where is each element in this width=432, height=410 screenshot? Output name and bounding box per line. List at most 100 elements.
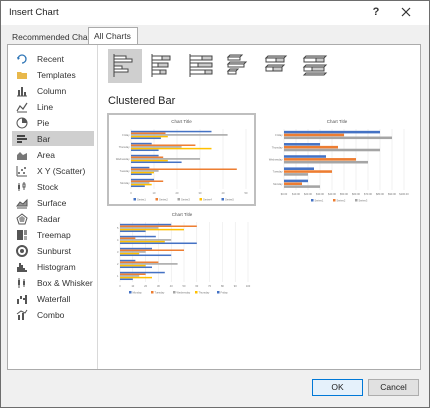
- category-label: Thursday: [272, 145, 284, 149]
- box-whisker-chart-icon: [18, 277, 25, 288]
- bar-friday: [120, 278, 133, 281]
- bar-series1: [131, 178, 154, 181]
- bar-series3: [131, 170, 159, 172]
- x-tick-label: 90: [234, 284, 237, 288]
- x-tick-label: $90.00: [388, 192, 396, 196]
- sidebar-item-sunburst[interactable]: Sunburst: [12, 243, 94, 258]
- sidebar-item-label: Histogram: [37, 261, 76, 272]
- surface-chart-icon: [16, 198, 28, 208]
- sidebar-item-recent[interactable]: Recent: [12, 51, 94, 66]
- x-tick-label: $70.00: [364, 192, 372, 196]
- sidebar-item-label: Radar: [37, 213, 61, 224]
- sidebar-item-templates[interactable]: Templates: [12, 67, 94, 82]
- x-tick-label: $50.00: [340, 192, 348, 196]
- sidebar-item-box-whisker[interactable]: Box & Whisker: [12, 275, 94, 290]
- bar-series4: [131, 159, 168, 162]
- ok-button[interactable]: OK: [312, 379, 363, 396]
- x-tick-label: $80.00: [376, 192, 384, 196]
- category-label: 4: [117, 238, 119, 242]
- legend-swatch: [155, 198, 158, 201]
- bar-friday: [120, 230, 146, 233]
- scatter-chart-icon: [16, 165, 27, 176]
- category-label: 5: [117, 226, 119, 230]
- bar-friday: [120, 254, 172, 257]
- sidebar-item-treemap[interactable]: Treemap: [12, 227, 94, 242]
- subtype-clustered-bar[interactable]: [108, 49, 142, 83]
- sidebar-item-stock[interactable]: Stock: [12, 179, 94, 194]
- chart-gallery: Clustered Bar Chart Title 0 10 20 30 40 50 Mond…: [100, 45, 420, 369]
- waterfall-chart-icon: [17, 294, 27, 304]
- bar-series4: [131, 171, 154, 174]
- bar-thursday: [120, 228, 184, 231]
- x-tick-label: 50: [245, 191, 248, 195]
- x-tick-label: $10.00: [292, 192, 300, 196]
- bar-series2: [131, 132, 166, 134]
- close-button[interactable]: [393, 3, 419, 21]
- sidebar-item-histogram[interactable]: Histogram: [12, 259, 94, 274]
- bar-series5: [131, 173, 152, 176]
- sidebar-item-pie[interactable]: Pie: [12, 115, 94, 130]
- bar-subtype-icon: [264, 55, 288, 72]
- x-tick-label: $0.00: [281, 192, 288, 196]
- sidebar-item-x-y-scatter[interactable]: X Y (Scatter): [12, 163, 94, 178]
- bar-wednesday: [120, 227, 159, 229]
- category-label: Friday: [122, 133, 130, 137]
- pie-chart-icon: [16, 117, 28, 128]
- sidebar-item-surface[interactable]: Surface: [12, 195, 94, 210]
- legend-label: Wednesday: [177, 290, 191, 294]
- bar-series2: [131, 156, 164, 158]
- bar-series4: [131, 183, 152, 186]
- bar-monday: [120, 271, 165, 274]
- folder-icon: [17, 71, 27, 79]
- sidebar-item-radar[interactable]: Radar: [12, 211, 94, 226]
- bar-series2: [131, 144, 196, 146]
- sidebar-item-line[interactable]: Line: [12, 99, 94, 114]
- x-tick-label: 30: [199, 191, 202, 195]
- bar-monday: [120, 235, 156, 238]
- bar-subtype-icon: [302, 55, 328, 76]
- bar-series5: [131, 137, 161, 140]
- bar-series5: [131, 185, 145, 188]
- sidebar-item-bar[interactable]: Bar: [12, 131, 94, 146]
- bar-series1: [284, 143, 320, 146]
- x-tick-label: 80: [221, 284, 224, 288]
- sidebar-item-label: Sunburst: [37, 245, 72, 256]
- chart-preview-1[interactable]: Chart Title 0 10 20 30 40 50 Monday Tuesday Wedne…: [107, 113, 256, 206]
- bar-subtype-icon: [151, 54, 171, 77]
- category-label: Wednesday: [116, 157, 130, 161]
- legend-label: Series3: [359, 198, 368, 202]
- bar-series1: [284, 179, 308, 183]
- subtype-3-d-clustered-bar[interactable]: [222, 49, 256, 83]
- legend-label: Series1: [137, 197, 146, 201]
- insert-chart-dialog: Insert Chart ? Recommended Charts All Ch…: [0, 0, 430, 408]
- chart-preview-1-svg: Chart Title 0 10 20 30 40 50 Monday Tuesday Wedne…: [116, 119, 248, 201]
- chart-preview-3-svg: Chart Title 0 10 20 30 40 50 60 70 80 90 100 1 2 3 4 5 Mo…: [117, 212, 251, 294]
- bar-series1: [131, 166, 150, 169]
- subtype-100-stacked-bar[interactable]: [184, 49, 218, 83]
- bar-series2: [284, 145, 338, 149]
- bar-subtype-icon: [113, 54, 133, 77]
- subtype-3-d-stacked-bar[interactable]: [260, 49, 294, 83]
- histogram-chart-icon: [17, 262, 27, 272]
- bar-friday: [120, 242, 197, 245]
- subtype-stacked-bar[interactable]: [146, 49, 180, 83]
- recent-icon: [17, 53, 27, 64]
- bar-monday: [120, 223, 172, 226]
- sidebar-item-column[interactable]: Column: [12, 83, 94, 98]
- sidebar-item-label: Combo: [37, 309, 65, 320]
- help-button[interactable]: ?: [365, 3, 387, 21]
- tab-all-charts[interactable]: All Charts: [88, 27, 138, 45]
- subtype-3-d-100-stacked-bar[interactable]: [298, 49, 332, 83]
- chart-preview-2[interactable]: Chart Title $0.00 $10.00 $20.00 $30.00 $40.00…: [262, 115, 412, 205]
- tab-recommended-charts[interactable]: Recommended Charts: [7, 29, 97, 45]
- sidebar-item-combo[interactable]: Combo: [12, 307, 94, 322]
- legend-swatch: [129, 291, 132, 294]
- legend-swatch: [133, 198, 136, 201]
- bar-monday: [120, 247, 152, 250]
- sidebar-item-area[interactable]: Area: [12, 147, 94, 162]
- bar-chart-icon: [17, 134, 27, 143]
- sidebar-item-waterfall[interactable]: Waterfall: [12, 291, 94, 306]
- close-icon: [401, 7, 411, 17]
- chart-preview-3[interactable]: Chart Title 0 10 20 30 40 50 60 70 80 90 100 1 2 3 4 5 Mo…: [108, 208, 256, 298]
- cancel-button[interactable]: Cancel: [368, 379, 419, 396]
